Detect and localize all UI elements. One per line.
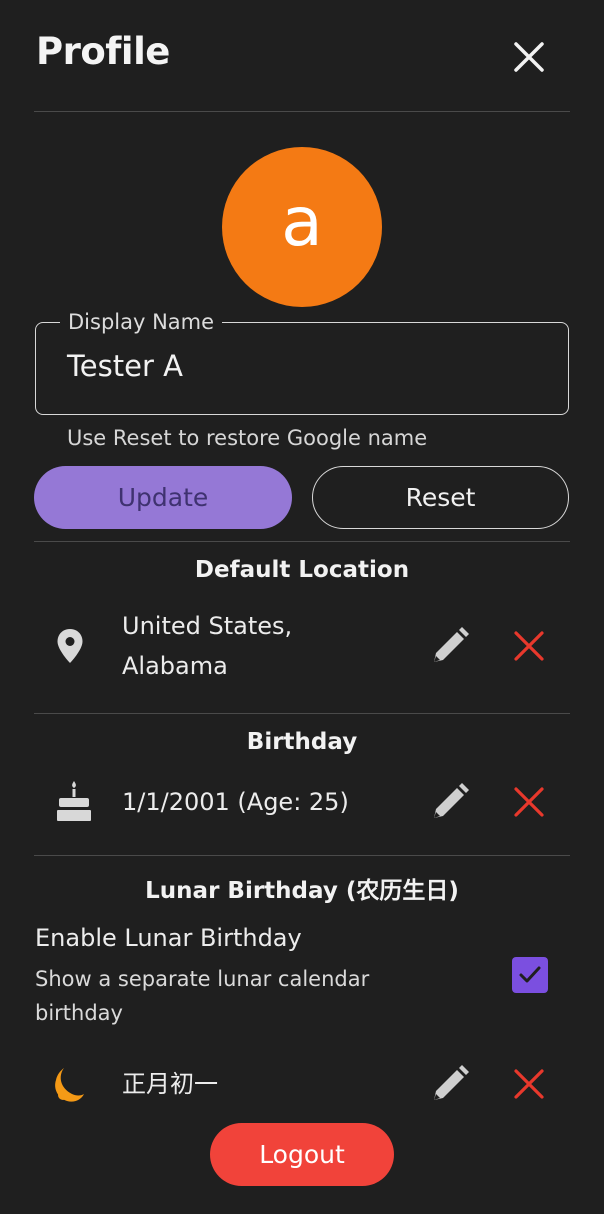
logout-button[interactable]: Logout [210,1123,394,1186]
default-location-value: United States, Alabama [122,606,292,686]
delete-location-button[interactable] [507,624,551,668]
birthday-value: 1/1/2001 (Age: 25) [122,788,349,816]
pencil-icon [434,783,469,818]
edit-location-button[interactable] [428,624,472,668]
edit-birthday-button[interactable] [428,780,472,824]
display-name-field[interactable]: Display Name Tester A [35,309,569,415]
close-button[interactable] [506,34,552,80]
display-name-label: Display Name [60,309,223,335]
close-icon [514,42,544,72]
section-divider [34,713,570,714]
delete-x-icon [514,1069,544,1099]
page-title: Profile [36,30,170,73]
reset-button[interactable]: Reset [312,466,569,529]
delete-lunar-button[interactable] [507,1062,551,1106]
pencil-icon [434,1065,469,1100]
header-divider [34,111,570,112]
birthday-title: Birthday [246,729,358,755]
checkmark-icon [519,966,541,983]
delete-birthday-button[interactable] [507,780,551,824]
section-divider [34,541,570,542]
enable-lunar-label: Enable Lunar Birthday [35,924,302,952]
cake-icon [52,779,96,823]
pencil-icon [434,627,469,662]
delete-x-icon [514,787,544,817]
update-button[interactable]: Update [34,466,292,529]
enable-lunar-checkbox[interactable] [512,957,548,993]
delete-x-icon [514,631,544,661]
lunar-birthday-title: Lunar Birthday (农历生日) [145,878,459,904]
avatar-letter: a [281,183,323,262]
location-line-state: Alabama [122,652,228,680]
edit-lunar-button[interactable] [428,1062,472,1106]
avatar: a [222,147,382,307]
display-name-value[interactable]: Tester A [67,349,183,383]
moon-icon [46,1062,90,1106]
location-line-country: United States, [122,612,293,640]
lunar-birthday-value: 正月初一 [122,1070,218,1098]
location-pin-icon [48,624,92,668]
enable-lunar-description: Show a separate lunar calendar birthday [35,967,370,1025]
default-location-title: Default Location [194,557,410,583]
display-name-hint: Use Reset to restore Google name [67,426,428,450]
section-divider [34,855,570,856]
